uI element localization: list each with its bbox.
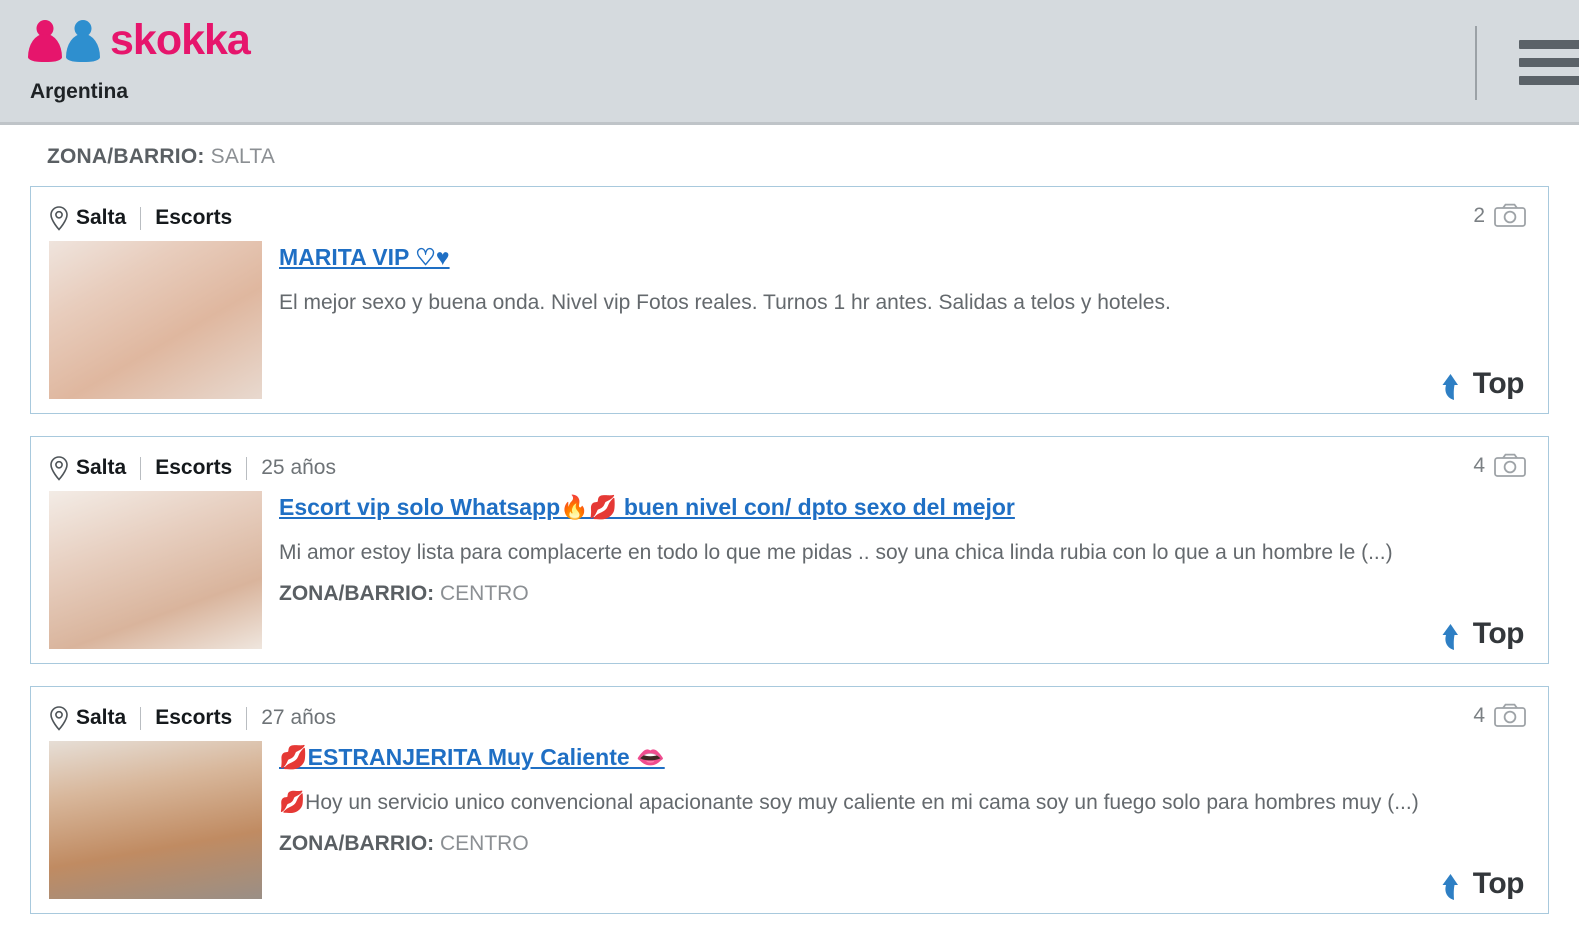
two-people-icon bbox=[28, 20, 100, 64]
listing-category: Escorts bbox=[155, 206, 233, 229]
listing-card[interactable]: Salta Escorts 27 años 4 💋ESTRANJERITA Mu… bbox=[30, 686, 1549, 914]
top-badge: Top bbox=[1441, 617, 1525, 651]
listing-card[interactable]: Salta Escorts 25 años 4 Escort vip solo … bbox=[30, 436, 1549, 664]
page-zona-value: SALTA bbox=[210, 145, 276, 168]
listing-description: Mi amor estoy lista para complacerte en … bbox=[279, 540, 1393, 564]
listing-thumbnail[interactable] bbox=[49, 741, 262, 899]
header-right bbox=[1475, 0, 1579, 125]
up-arrow-icon bbox=[1442, 874, 1458, 900]
camera-icon bbox=[1494, 203, 1526, 228]
top-badge: Top bbox=[1441, 367, 1525, 401]
camera-icon bbox=[1494, 453, 1526, 478]
listing-zona-value: CENTRO bbox=[440, 582, 529, 606]
header-divider bbox=[1475, 25, 1477, 100]
photo-count: 4 bbox=[1473, 703, 1526, 728]
up-arrow-icon bbox=[1442, 624, 1458, 650]
location-pin-icon bbox=[49, 705, 69, 731]
listing-thumbnail[interactable] bbox=[49, 491, 262, 649]
meta-separator bbox=[140, 456, 142, 480]
top-badge: Top bbox=[1441, 867, 1525, 901]
listing-title-link[interactable]: Escort vip solo Whatsapp🔥💋 buen nivel co… bbox=[279, 493, 1528, 522]
location-pin-icon bbox=[49, 455, 69, 481]
listing-zona-barrio: ZONA/BARRIO: CENTRO bbox=[279, 582, 1528, 606]
photo-count: 4 bbox=[1473, 453, 1526, 478]
listing-city: Salta bbox=[76, 706, 127, 729]
listing-card[interactable]: Salta Escorts 2 MARITA VIP ♡♥ El mejor s… bbox=[30, 186, 1549, 414]
listing-category: Escorts bbox=[155, 456, 233, 479]
brand-block[interactable]: skokka Argentina bbox=[0, 0, 251, 104]
listing-zona-label: ZONA/BARRIO: bbox=[279, 832, 435, 856]
meta-separator bbox=[140, 206, 142, 230]
listing-zona-barrio: ZONA/BARRIO: CENTRO bbox=[279, 832, 1528, 856]
listing-meta: Salta Escorts 27 años bbox=[49, 703, 1528, 733]
top-badge-label: Top bbox=[1472, 617, 1525, 650]
listing-meta: Salta Escorts bbox=[49, 203, 1528, 233]
brand-name: skokka bbox=[110, 15, 251, 64]
site-header: skokka Argentina bbox=[0, 0, 1579, 125]
country-label: Argentina bbox=[30, 80, 129, 103]
listing-description: 💋Hoy un servicio unico convencional apac… bbox=[279, 790, 1419, 814]
photo-count-value: 2 bbox=[1473, 203, 1485, 227]
photo-count: 2 bbox=[1473, 203, 1526, 228]
listing-description: El mejor sexo y buena onda. Nivel vip Fo… bbox=[279, 290, 1171, 314]
listing-age: 25 años bbox=[261, 456, 336, 479]
up-arrow-icon bbox=[1442, 374, 1458, 400]
meta-separator bbox=[140, 706, 142, 730]
listing-meta: Salta Escorts 25 años bbox=[49, 453, 1528, 483]
hamburger-menu-icon[interactable] bbox=[1519, 40, 1579, 85]
page-body: ZONA/BARRIO: SALTA Salta Escorts 2 MARIT… bbox=[0, 125, 1579, 914]
listing-zona-label: ZONA/BARRIO: bbox=[279, 582, 435, 606]
listing-category: Escorts bbox=[155, 706, 233, 729]
meta-separator bbox=[246, 706, 248, 730]
page-zona-label: ZONA/BARRIO: bbox=[47, 145, 205, 168]
page-zona-barrio: ZONA/BARRIO: SALTA bbox=[30, 125, 1549, 186]
photo-count-value: 4 bbox=[1473, 453, 1485, 477]
listing-zona-value: CENTRO bbox=[440, 832, 529, 856]
listing-city: Salta bbox=[76, 456, 127, 479]
listing-title-link[interactable]: MARITA VIP ♡♥ bbox=[279, 243, 1528, 272]
camera-icon bbox=[1494, 703, 1526, 728]
listing-title-link[interactable]: 💋ESTRANJERITA Muy Caliente 👄 bbox=[279, 743, 1528, 772]
listing-age: 27 años bbox=[261, 706, 336, 729]
listing-city: Salta bbox=[76, 206, 127, 229]
listing-thumbnail[interactable] bbox=[49, 241, 262, 399]
photo-count-value: 4 bbox=[1473, 703, 1485, 727]
top-badge-label: Top bbox=[1472, 867, 1525, 900]
meta-separator bbox=[246, 456, 248, 480]
location-pin-icon bbox=[49, 205, 69, 231]
top-badge-label: Top bbox=[1472, 367, 1525, 400]
